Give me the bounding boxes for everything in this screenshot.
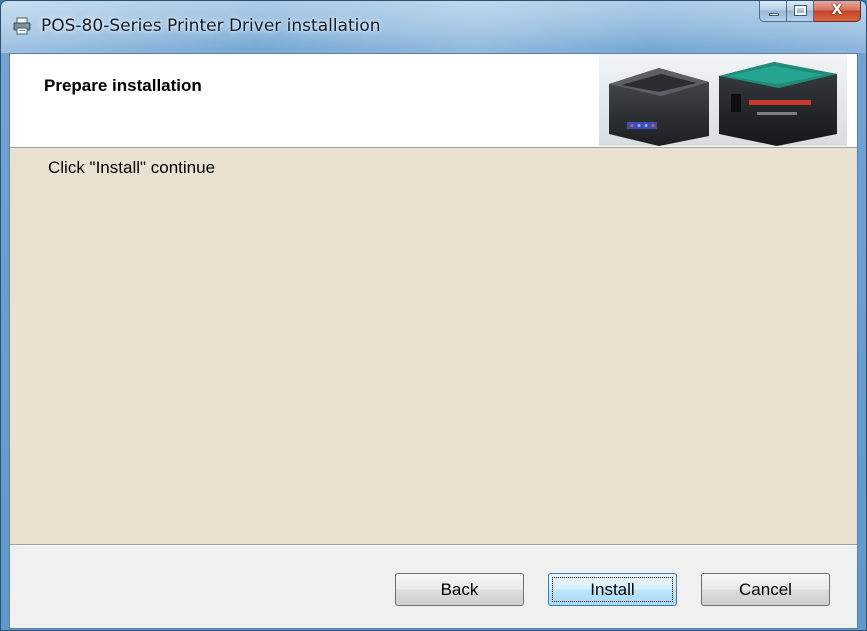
minimize-icon xyxy=(769,13,779,16)
maximize-button[interactable] xyxy=(787,1,814,22)
title-bar[interactable]: POS-80-Series Printer Driver installatio… xyxy=(1,1,866,53)
installer-window: POS-80-Series Printer Driver installatio… xyxy=(0,0,867,631)
dialog-client-area: Prepare installation Click "Install" con… xyxy=(9,53,858,629)
content-area: Click "Install" continue xyxy=(10,148,857,544)
page-title: Prepare installation xyxy=(44,76,202,95)
window-title: POS-80-Series Printer Driver installatio… xyxy=(41,16,381,36)
thermal-printers-photo xyxy=(599,54,847,146)
install-button-label: Install xyxy=(590,580,635,599)
minimize-button[interactable] xyxy=(759,1,787,22)
header-band: Prepare installation xyxy=(10,54,857,148)
back-button[interactable]: Back xyxy=(395,573,524,606)
instruction-text: Click "Install" continue xyxy=(48,158,216,177)
caption-buttons: X xyxy=(759,1,861,23)
cancel-button[interactable]: Cancel xyxy=(701,573,830,606)
maximize-icon xyxy=(795,6,806,15)
install-button[interactable]: Install xyxy=(548,573,677,606)
close-button[interactable]: X xyxy=(814,1,861,22)
printer-icon xyxy=(13,17,31,35)
close-icon: X xyxy=(831,2,843,18)
button-bar: Back Install Cancel xyxy=(10,546,857,628)
